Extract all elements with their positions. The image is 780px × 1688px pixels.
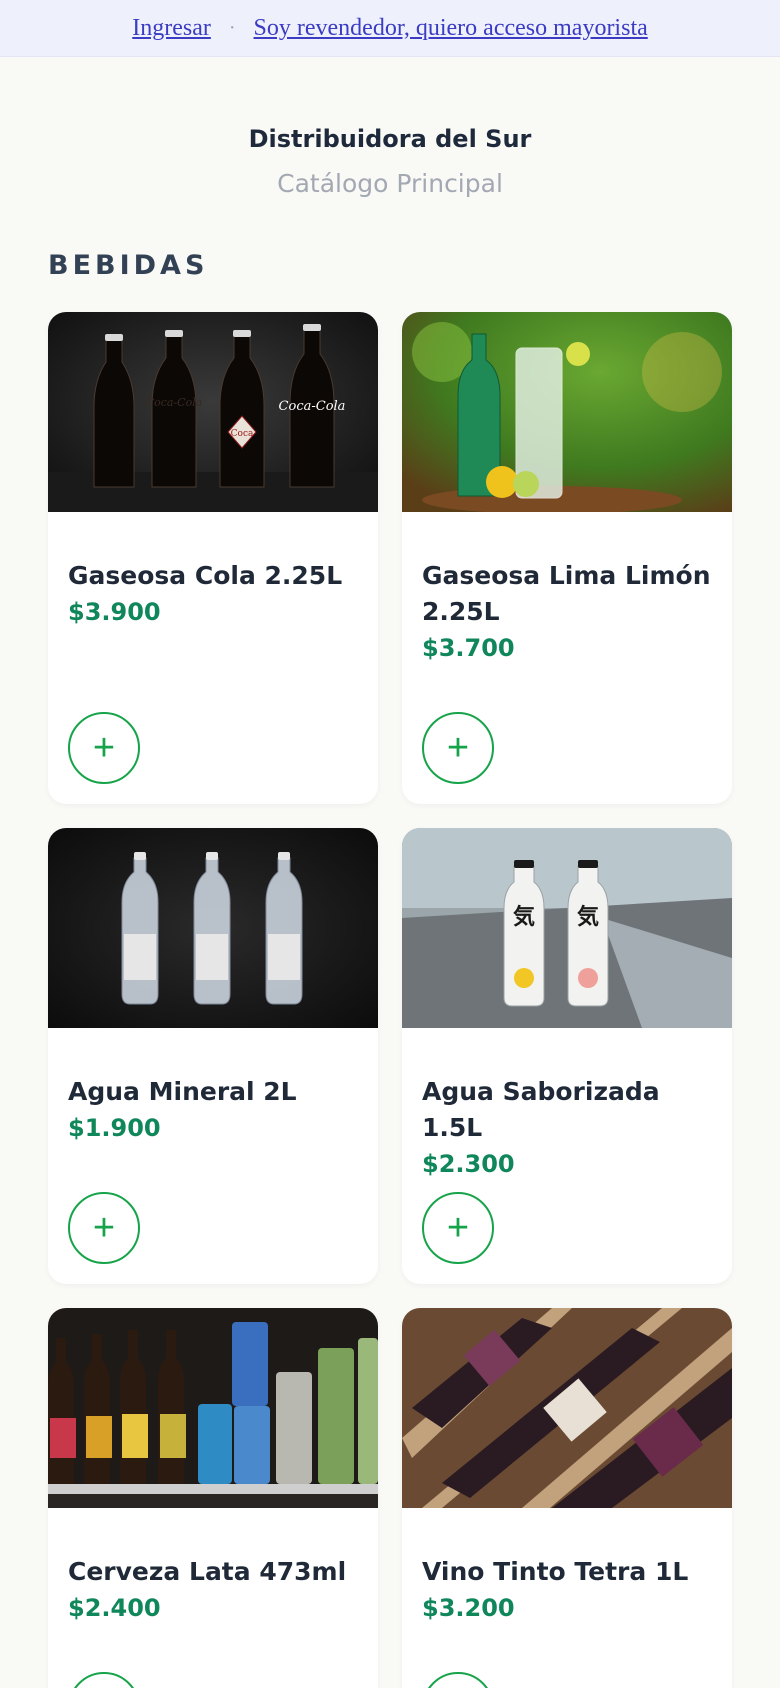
add-to-cart-button[interactable]: +	[68, 1192, 140, 1264]
product-image	[48, 1308, 378, 1508]
product-price: $2.400	[68, 1594, 161, 1622]
product-price: $2.300	[422, 1150, 515, 1178]
add-to-cart-button[interactable]: +	[68, 712, 140, 784]
product-image: 気 気	[402, 828, 732, 1028]
product-name: Agua Saborizada 1.5L	[422, 1077, 660, 1142]
svg-text:気: 気	[577, 904, 599, 930]
svg-text:Coca: Coca	[231, 429, 254, 439]
product-name: Gaseosa Lima Limón 2.25L	[422, 561, 711, 626]
top-bar: Ingresar · Soy revendedor, quiero acceso…	[0, 0, 780, 57]
product-image	[48, 828, 378, 1028]
product-price: $1.900	[68, 1114, 161, 1142]
product-name: Agua Mineral 2L	[68, 1077, 297, 1106]
product-image	[402, 1308, 732, 1508]
wholesale-access-link[interactable]: Soy revendedor, quiero acceso mayorista	[254, 15, 648, 42]
svg-text:Coca-Cola: Coca-Cola	[146, 396, 203, 409]
product-grid: Coca Coca-Cola Coca-Cola Gaseosa Cola 2.…	[48, 312, 733, 1688]
store-name: Distribuidora del Sur	[248, 125, 532, 153]
product-card[interactable]: Gaseosa Lima Limón 2.25L $3.700 +	[402, 312, 732, 804]
add-to-cart-button[interactable]: +	[68, 1672, 140, 1688]
add-to-cart-button[interactable]: +	[422, 712, 494, 784]
product-name: Gaseosa Cola 2.25L	[68, 561, 343, 590]
product-image	[402, 312, 732, 512]
plus-icon: +	[446, 727, 470, 769]
plus-icon: +	[92, 727, 116, 769]
login-link[interactable]: Ingresar	[132, 15, 211, 42]
plus-icon: +	[92, 1207, 116, 1249]
svg-text:Coca-Cola: Coca-Cola	[279, 399, 346, 414]
svg-text:気: 気	[513, 904, 535, 930]
product-image: Coca Coca-Cola Coca-Cola	[48, 312, 378, 512]
store-header: Distribuidora del Sur Catálogo Principal	[0, 125, 780, 198]
product-price: $3.200	[422, 1594, 515, 1622]
catalog-name: Catálogo Principal	[277, 169, 503, 198]
product-card[interactable]: Vino Tinto Tetra 1L $3.200 +	[402, 1308, 732, 1688]
product-price: $3.700	[422, 634, 515, 662]
product-card[interactable]: Agua Mineral 2L $1.900 +	[48, 828, 378, 1284]
add-to-cart-button[interactable]: +	[422, 1192, 494, 1264]
separator: ·	[228, 16, 236, 39]
plus-icon: +	[446, 1207, 470, 1249]
product-name: Cerveza Lata 473ml	[68, 1557, 347, 1586]
product-price: $3.900	[68, 598, 161, 626]
section-title: BEBIDAS	[48, 250, 209, 281]
add-to-cart-button[interactable]: +	[422, 1672, 494, 1688]
product-card[interactable]: Coca Coca-Cola Coca-Cola Gaseosa Cola 2.…	[48, 312, 378, 804]
product-card[interactable]: Cerveza Lata 473ml $2.400 +	[48, 1308, 378, 1688]
product-name: Vino Tinto Tetra 1L	[422, 1557, 689, 1586]
product-card[interactable]: 気 気 Agua Saborizada 1.5L $2.300 +	[402, 828, 732, 1284]
